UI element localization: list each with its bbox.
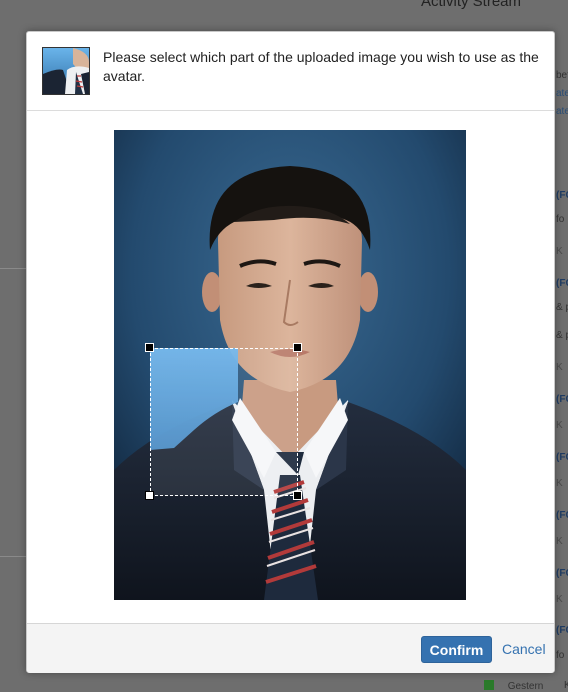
background-activity-text: (FC <box>556 568 568 579</box>
background-footer-item: Gestern K <box>484 680 568 692</box>
dialog-footer: Confirm Cancel <box>27 623 554 673</box>
cancel-link[interactable]: Cancel <box>502 641 546 657</box>
background-divider <box>0 268 26 269</box>
avatar-preview-image <box>43 48 89 94</box>
avatar-preview-thumbnail <box>42 47 90 95</box>
background-activity-text: K <box>556 536 563 547</box>
background-activity-text: (FC <box>556 510 568 521</box>
crop-handle-top-left[interactable] <box>145 343 154 352</box>
background-activity-column <box>553 0 568 690</box>
background-activity-text: ate v <box>556 88 568 99</box>
background-activity-text: (FC <box>556 190 568 201</box>
crop-handle-bottom-right[interactable] <box>293 491 302 500</box>
background-activity-text: (FC <box>556 394 568 405</box>
background-activity-text: & p <box>556 302 568 313</box>
background-activity-text: K <box>556 420 563 431</box>
background-activity-text: K <box>556 478 563 489</box>
background-activity-text: fo <box>556 214 565 225</box>
crop-handle-top-right[interactable] <box>293 343 302 352</box>
background-divider <box>0 556 26 557</box>
background-activity-text: (FC <box>556 625 568 636</box>
background-activity-text: (FC <box>556 452 568 463</box>
background-activity-text: K <box>556 594 563 605</box>
crop-selection-box[interactable] <box>145 343 302 500</box>
dialog-message: Please select which part of the uploaded… <box>103 49 539 84</box>
background-item-k: K <box>564 680 568 691</box>
avatar-crop-dialog: Please select which part of the uploaded… <box>26 31 555 673</box>
background-activity-text: & p <box>556 330 568 341</box>
background-timestamp: Gestern <box>507 681 544 692</box>
background-activity-text: (FC <box>556 278 568 289</box>
activity-stream-heading: Activity Stream <box>421 0 522 10</box>
user-avatar-icon <box>484 680 494 690</box>
background-activity-text: fo <box>556 650 565 661</box>
background-activity-text: K <box>556 246 563 257</box>
confirm-button[interactable]: Confirm <box>421 636 492 663</box>
image-crop-area[interactable] <box>114 130 466 600</box>
background-activity-text: ate v <box>556 106 568 117</box>
dialog-header: Please select which part of the uploaded… <box>27 32 554 111</box>
background-activity-text: K <box>556 362 563 373</box>
crop-handle-bottom-left[interactable] <box>145 491 154 500</box>
background-activity-text: befor <box>556 70 568 81</box>
